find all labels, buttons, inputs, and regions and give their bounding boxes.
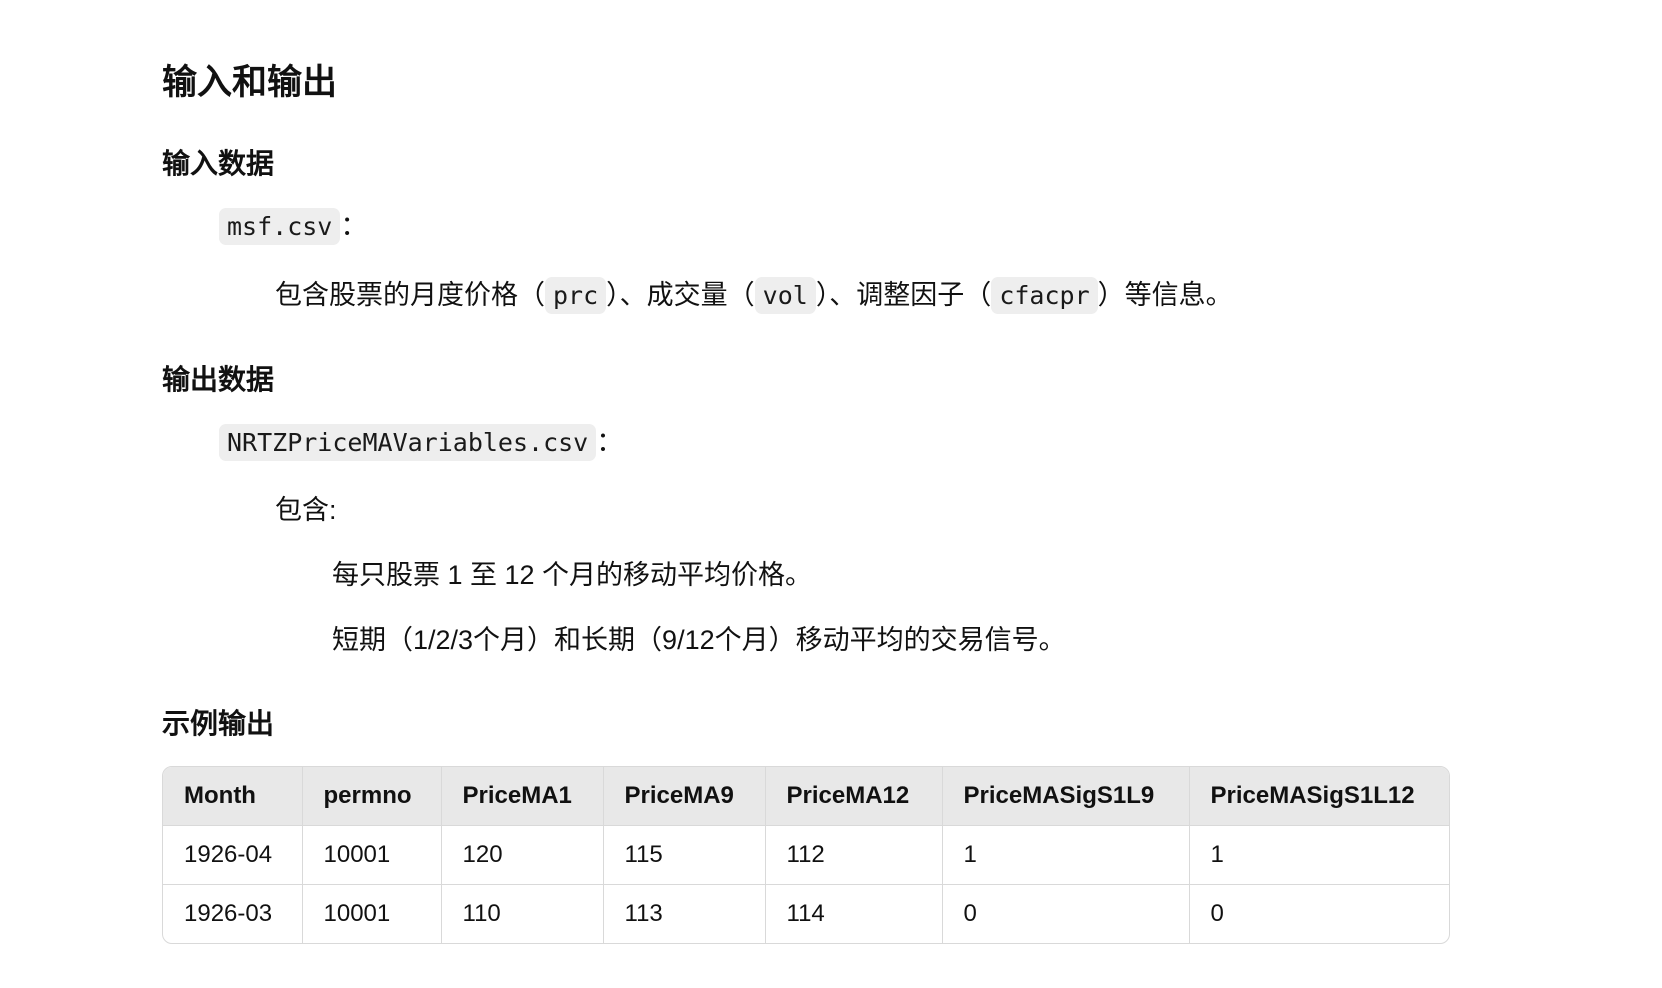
table-header-row: Month permno PriceMA1 PriceMA9 PriceMA12…	[163, 767, 1449, 826]
header-pricemasigs1l12: PriceMASigS1L12	[1189, 767, 1449, 826]
output-file-code: NRTZPriceMAVariables.csv	[219, 424, 597, 461]
table-cell: 112	[765, 825, 943, 885]
table-cell: 1	[942, 825, 1190, 885]
input-data-title: 输入数据	[162, 148, 275, 179]
output-item: 每只股票 1 至 12 个月的移动平均价格。	[332, 560, 813, 590]
desc-text: 包含股票的月度价格（	[275, 280, 545, 310]
header-month: Month	[163, 767, 303, 826]
header-pricema9: PriceMA9	[603, 767, 766, 826]
table-cell: 1	[1189, 825, 1449, 885]
output-contains-label: 包含:	[275, 495, 337, 525]
output-data-title: 输出数据	[162, 364, 275, 395]
table-cell: 10001	[302, 884, 442, 943]
table-cell: 115	[603, 825, 766, 885]
header-pricemasigs1l9: PriceMASigS1L9	[942, 767, 1190, 826]
example-output-title: 示例输出	[162, 708, 275, 739]
header-permno: permno	[302, 767, 442, 826]
example-output-table: Month permno PriceMA1 PriceMA9 PriceMA12…	[162, 766, 1450, 944]
colon: ：	[340, 211, 368, 241]
input-file-code: msf.csv	[219, 208, 341, 245]
table-cell: 0	[1210, 900, 1224, 927]
table-cell: 0	[942, 884, 1190, 943]
table-cell: 113	[603, 884, 766, 943]
vol-code: vol	[754, 277, 816, 314]
header-pricema12: PriceMA12	[765, 767, 943, 826]
desc-text: ）等信息。	[1097, 280, 1233, 310]
table-cell: 120	[441, 825, 604, 885]
table-row: 1926-03 10001 110 113 114 0 0	[163, 884, 1449, 943]
desc-text: ）、调整因子（	[815, 280, 992, 310]
input-description: 包含股票的月度价格（ prc ）、成交量（ vol ）、调整因子（ cfacpr ）等信息。	[275, 275, 1233, 316]
cfacpr-code: cfacpr	[991, 277, 1098, 314]
table-cell: 1926-04	[163, 825, 303, 885]
output-file-line: NRTZPriceMAVariables.csv：	[219, 422, 623, 463]
table-cell: 10001	[302, 825, 442, 885]
table-row: 1926-04 10001 120 115 112 1 1	[163, 825, 1449, 885]
header-pricema1: PriceMA1	[441, 767, 604, 826]
table-cell: 110	[441, 884, 604, 943]
section-title: 输入和输出	[162, 63, 338, 102]
input-file-line: msf.csv：	[219, 206, 367, 247]
table-cell: 114	[765, 884, 943, 943]
table-cell: 1926-03	[163, 884, 303, 943]
output-item: 短期（1/2/3个月）和长期（9/12个月）移动平均的交易信号。	[332, 625, 1066, 655]
desc-text: ）、成交量（	[606, 280, 755, 310]
prc-code: prc	[545, 277, 607, 314]
colon: ：	[596, 427, 624, 457]
